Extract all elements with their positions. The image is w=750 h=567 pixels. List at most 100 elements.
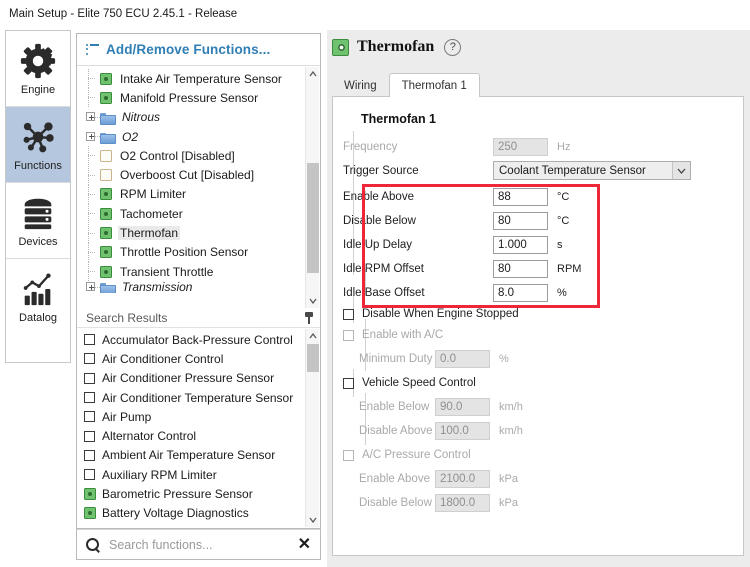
window-title: Main Setup - Elite 750 ECU 2.45.1 - Rele… <box>9 7 238 20</box>
checkbox[interactable] <box>343 329 354 341</box>
rail-item-engine[interactable]: Engine <box>6 31 70 107</box>
checkbox-disable-when-engine-stopped[interactable]: Disable When Engine Stopped <box>343 304 519 324</box>
list-item-label: Ambient Air Temperature Sensor <box>102 448 276 463</box>
functions-tree: Intake Air Temperature Sensor Manifold P… <box>77 66 320 308</box>
disable-below-input[interactable] <box>493 211 548 230</box>
tree-item-thermofan[interactable]: Thermofan <box>77 223 320 243</box>
list-item-label: Air Conditioner Temperature Sensor <box>102 390 294 405</box>
checkbox-label: Enable with A/C <box>362 329 444 341</box>
expand-icon[interactable] <box>85 127 100 146</box>
list-item[interactable]: Ambient Air Temperature Sensor <box>77 446 320 465</box>
checkbox-vehicle-speed-control[interactable]: Vehicle Speed Control <box>343 373 476 393</box>
idle-base-offset-input[interactable] <box>493 283 548 302</box>
results-scrollbar[interactable] <box>305 329 319 527</box>
list-item[interactable]: Air Pump <box>77 407 320 426</box>
functions-tree-panel: Add/Remove Functions... Intake Air Tempe… <box>76 33 321 309</box>
field-unit: kPa <box>499 496 518 509</box>
search-bar: ✕ <box>76 529 321 560</box>
checkbox[interactable] <box>343 449 354 461</box>
close-icon[interactable]: ✕ <box>297 536 312 553</box>
idle-up-delay-input[interactable] <box>493 235 548 254</box>
add-remove-functions-link[interactable]: Add/Remove Functions... <box>77 34 320 66</box>
checkbox[interactable] <box>84 449 95 461</box>
expand-icon[interactable] <box>85 108 100 127</box>
function-enabled-icon[interactable] <box>84 507 96 520</box>
checkbox[interactable] <box>84 411 95 423</box>
list-item[interactable]: Alternator Control <box>77 426 320 445</box>
scroll-up-button[interactable] <box>306 67 320 81</box>
field-label: Enable Below <box>359 400 430 413</box>
checkbox[interactable] <box>84 392 95 404</box>
field-unit: Hz <box>557 140 571 153</box>
list-item[interactable]: Air Conditioner Pressure Sensor <box>77 369 320 388</box>
disable-above-speed-input <box>435 421 490 440</box>
expand-icon[interactable] <box>85 281 100 293</box>
checkbox-label: Disable When Engine Stopped <box>362 308 519 320</box>
pin-icon[interactable] <box>304 311 314 324</box>
rail-item-datalog[interactable]: Datalog <box>6 259 70 335</box>
function-enabled-icon[interactable] <box>84 488 96 501</box>
navigation-rail: Engine Functions Devices Datalog <box>5 30 71 363</box>
checkbox-enable-with-ac[interactable]: Enable with A/C <box>343 325 443 345</box>
checkbox-ac-pressure-control[interactable]: A/C Pressure Control <box>343 445 471 465</box>
list-item[interactable]: Accumulator Back-Pressure Control <box>77 330 320 349</box>
tree-item[interactable]: Transient Throttle <box>77 262 320 282</box>
function-disabled-icon <box>100 169 112 182</box>
thermofan-icon <box>332 38 349 56</box>
list-item[interactable]: Battery Voltage Diagnostics <box>77 504 320 523</box>
checkbox-label: A/C Pressure Control <box>362 449 471 461</box>
tree-item[interactable]: RPM Limiter <box>77 184 320 204</box>
tree-scrollbar-thumb[interactable] <box>307 163 319 273</box>
checkbox[interactable] <box>84 334 95 346</box>
list-item-label: Barometric Pressure Sensor <box>102 487 253 502</box>
field-unit: % <box>557 286 567 299</box>
list-item[interactable]: Air Conditioner Control <box>77 349 320 368</box>
tree-folder-nitrous[interactable]: Nitrous <box>77 108 320 127</box>
settings-panel: Thermofan 1 Frequency Hz Trigger Source … <box>332 96 744 556</box>
checkbox[interactable] <box>84 353 95 365</box>
enable-above-input[interactable] <box>493 187 548 206</box>
server-icon <box>24 198 52 229</box>
tab-thermofan-1[interactable]: Thermofan 1 <box>388 73 480 97</box>
checkbox[interactable] <box>84 372 95 384</box>
tree-folder-transmission[interactable]: Transmission <box>77 281 320 294</box>
scroll-up-button[interactable] <box>306 329 320 343</box>
tree-item-label: Thermofan <box>118 226 181 241</box>
results-scrollbar-thumb[interactable] <box>307 344 319 372</box>
rail-label-devices: Devices <box>18 235 58 248</box>
rail-item-devices[interactable]: Devices <box>6 183 70 259</box>
tree-connector <box>85 204 100 224</box>
tree-item[interactable]: Manifold Pressure Sensor <box>77 88 320 108</box>
tree-item[interactable]: O2 Control [Disabled] <box>77 146 320 166</box>
tree-scrollbar[interactable] <box>305 67 319 308</box>
section-title: Thermofan 1 <box>361 112 437 126</box>
app-window: Main Setup - Elite 750 ECU 2.45.1 - Rele… <box>0 0 750 567</box>
list-item-label: Alternator Control <box>102 429 197 444</box>
help-icon[interactable]: ? <box>444 38 462 56</box>
chevron-down-icon[interactable] <box>672 162 690 179</box>
tab-wiring[interactable]: Wiring <box>332 75 389 96</box>
list-item[interactable]: Barometric Pressure Sensor <box>77 484 320 503</box>
tree-item[interactable]: Tachometer <box>77 204 320 224</box>
checkbox[interactable] <box>84 469 95 481</box>
tree-item[interactable]: Intake Air Temperature Sensor <box>77 69 320 89</box>
search-icon <box>86 537 100 552</box>
scroll-down-button[interactable] <box>306 513 320 527</box>
list-item[interactable]: Air Conditioner Temperature Sensor <box>77 388 320 407</box>
tree-folder-o2[interactable]: O2 <box>77 127 320 146</box>
field-unit: km/h <box>499 400 523 413</box>
checkbox[interactable] <box>343 308 354 320</box>
checkbox[interactable] <box>84 430 95 442</box>
tree-item[interactable]: Throttle Position Sensor <box>77 242 320 262</box>
search-input[interactable] <box>109 537 288 552</box>
function-enabled-icon <box>100 207 112 220</box>
checkbox[interactable] <box>343 377 354 389</box>
idle-rpm-offset-input[interactable] <box>493 259 548 278</box>
tree-item[interactable]: Overboost Cut [Disabled] <box>77 165 320 185</box>
checkbox-label: Vehicle Speed Control <box>362 377 476 389</box>
trigger-source-select[interactable]: Coolant Temperature Sensor <box>493 161 691 180</box>
field-label: Idle Up Delay <box>343 238 413 251</box>
list-item[interactable]: Auxiliary RPM Limiter <box>77 465 320 484</box>
scroll-down-button[interactable] <box>306 294 320 308</box>
rail-item-functions[interactable]: Functions <box>6 107 70 183</box>
